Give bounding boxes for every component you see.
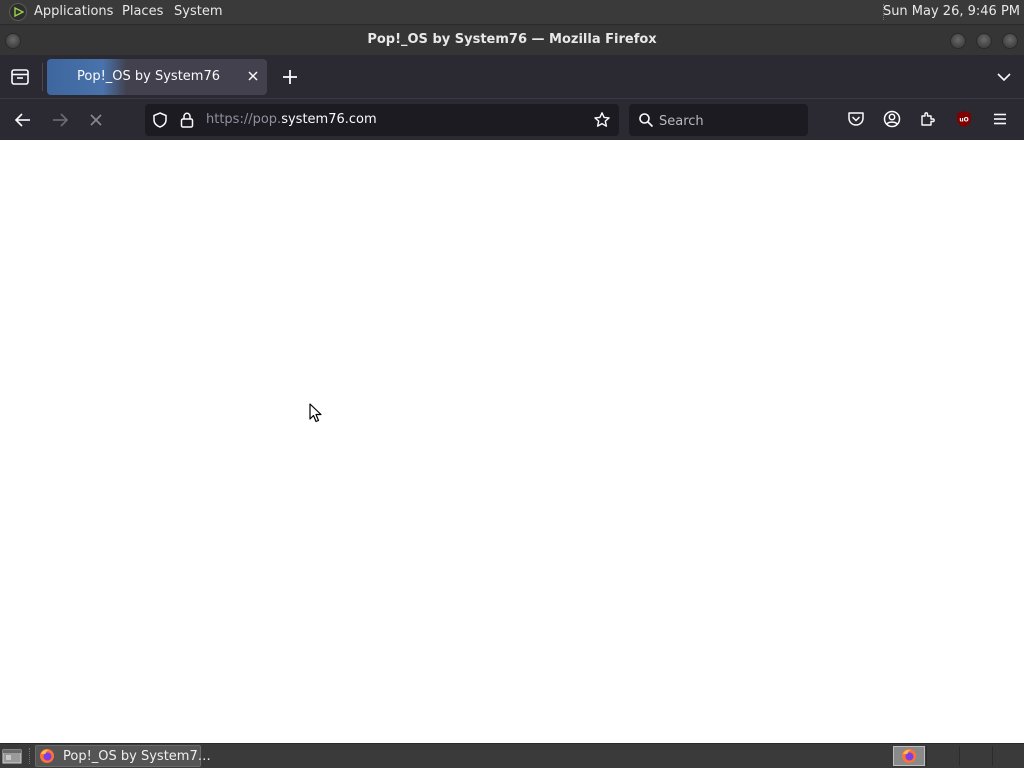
- show-desktop-button[interactable]: [2, 748, 22, 764]
- navigation-toolbar: https://pop.system76.com Search uO: [0, 98, 1024, 140]
- panel-separator: [29, 748, 31, 764]
- url-bar[interactable]: https://pop.system76.com: [145, 104, 619, 136]
- system-menu[interactable]: System: [174, 4, 222, 20]
- clock[interactable]: Sun May 26, 9:46 PM: [883, 4, 1020, 20]
- ublock-icon: uO: [957, 111, 971, 127]
- tab-close-button[interactable]: [245, 68, 261, 84]
- star-icon: [594, 112, 610, 127]
- taskbar-item-firefox[interactable]: Pop!_OS by System7…: [35, 745, 211, 767]
- forward-button[interactable]: [49, 109, 71, 131]
- tab-strip: Pop!_OS by System76: [0, 55, 1024, 98]
- workspace-3[interactable]: [959, 746, 991, 766]
- back-arrow-icon: [14, 113, 30, 127]
- top-panel: Applications Places System Sun May 26, 9…: [0, 0, 1024, 25]
- bookmark-button[interactable]: [593, 111, 611, 129]
- url-domain: system76.com: [281, 112, 377, 127]
- chevron-down-icon: [997, 73, 1011, 82]
- shield-icon[interactable]: [151, 111, 169, 129]
- search-input[interactable]: [657, 110, 801, 132]
- page-content[interactable]: [0, 140, 1024, 743]
- firefox-icon: [902, 749, 916, 763]
- forward-arrow-icon: [53, 113, 69, 127]
- account-button[interactable]: [882, 109, 902, 129]
- list-all-tabs-button[interactable]: [994, 67, 1014, 87]
- applications-menu[interactable]: Applications: [34, 4, 113, 20]
- stop-button[interactable]: [85, 109, 107, 131]
- url-text[interactable]: https://pop.system76.com: [206, 112, 377, 127]
- taskbar-item-label: Pop!_OS by System7…: [63, 749, 211, 764]
- minimize-button[interactable]: [950, 33, 966, 49]
- extensions-icon: [921, 112, 935, 126]
- pocket-button[interactable]: [846, 109, 866, 129]
- pocket-icon: [848, 112, 864, 126]
- maximize-button[interactable]: [976, 33, 992, 49]
- search-icon: [638, 112, 654, 128]
- workspace-4[interactable]: [992, 746, 1024, 766]
- tab-pop-os[interactable]: Pop!_OS by System76: [47, 59, 267, 95]
- places-menu[interactable]: Places: [122, 4, 163, 20]
- window-title: Pop!_OS by System76 — Mozilla Firefox: [367, 32, 657, 47]
- lock-icon[interactable]: [179, 111, 195, 129]
- workspace-2[interactable]: [926, 746, 958, 766]
- new-tab-button[interactable]: [280, 67, 300, 87]
- tab-strip-separator: [42, 63, 43, 91]
- firefox-view-button[interactable]: [9, 67, 31, 87]
- tab-title: Pop!_OS by System76: [77, 69, 221, 84]
- open-menu-button[interactable]: [990, 109, 1010, 129]
- workspace-1[interactable]: [893, 746, 925, 766]
- close-icon: [248, 71, 258, 81]
- window-close-button[interactable]: [1002, 33, 1018, 49]
- menu-logo-icon[interactable]: [9, 3, 27, 21]
- bottom-panel: Pop!_OS by System7…: [0, 743, 1024, 768]
- hamburger-icon: [994, 113, 1006, 125]
- plus-icon: [283, 70, 297, 84]
- back-button[interactable]: [12, 109, 34, 131]
- firefox-icon: [40, 749, 54, 763]
- stop-icon: [90, 114, 102, 126]
- window-titlebar[interactable]: Pop!_OS by System76 — Mozilla Firefox: [0, 25, 1024, 55]
- archive-icon: [11, 69, 29, 85]
- ublock-origin-button[interactable]: uO: [954, 109, 974, 129]
- url-prefix: https://pop.: [206, 112, 282, 127]
- show-desktop-icon: [2, 749, 22, 764]
- search-bar[interactable]: [629, 104, 808, 136]
- account-icon: [883, 110, 901, 128]
- mouse-cursor: [309, 403, 322, 423]
- svg-text:uO: uO: [959, 117, 968, 124]
- extensions-button[interactable]: [918, 109, 938, 129]
